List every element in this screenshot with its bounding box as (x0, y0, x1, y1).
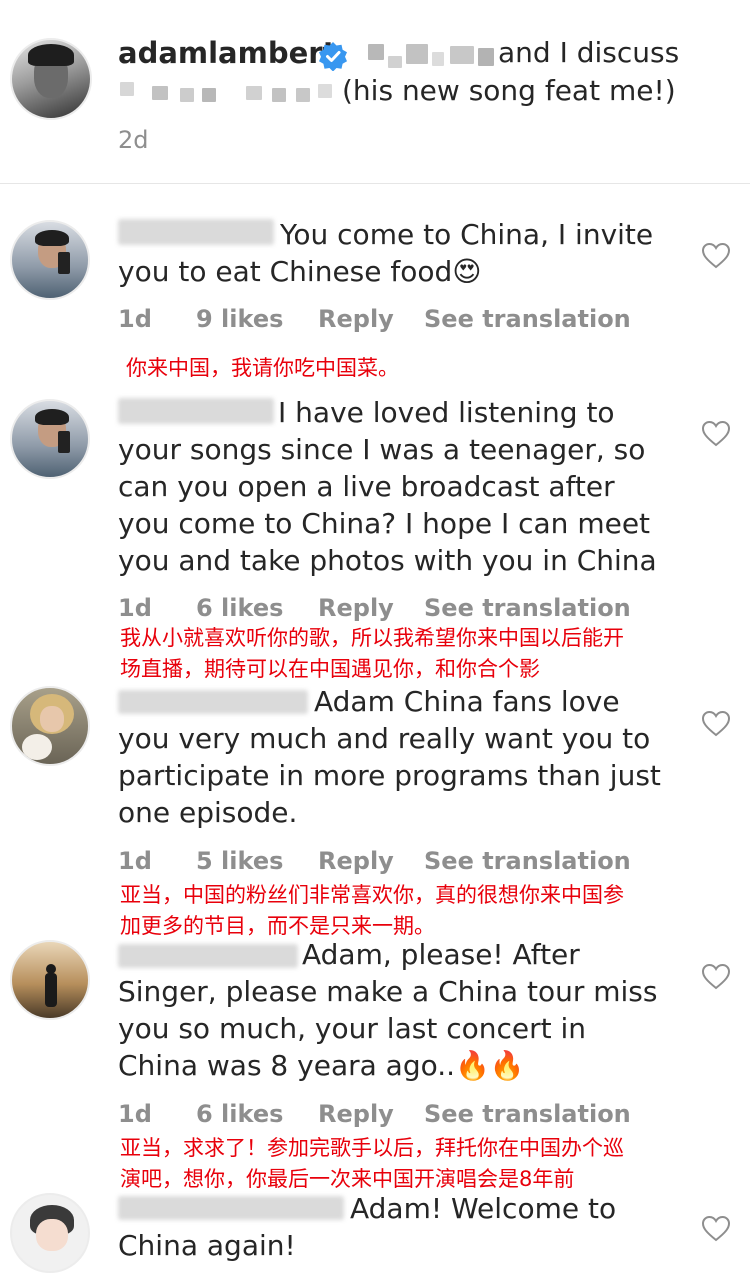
comment-text: Adam! Welcome to China again! (118, 1192, 617, 1262)
comment-time: 1d (118, 594, 152, 622)
see-translation-button[interactable]: See translation (424, 1100, 631, 1128)
avatar-phone (58, 252, 70, 274)
likes-count[interactable]: 6 likes (196, 594, 283, 622)
commenter-avatar[interactable] (10, 1193, 90, 1273)
comment-text: Adam China fans love you very much and r… (118, 685, 661, 829)
avatar-figure-body (45, 973, 57, 1007)
avatar-cartoon-face (36, 1219, 68, 1251)
post-author-avatar[interactable] (10, 38, 92, 120)
likes-count[interactable]: 9 likes (196, 305, 283, 333)
comment-time: 1d (118, 1100, 152, 1128)
likes-count[interactable]: 5 likes (196, 847, 283, 875)
comment-text: You come to China, I invite you to eat C… (118, 218, 654, 288)
avatar-face (40, 706, 64, 732)
commenter-avatar[interactable] (10, 686, 90, 766)
see-translation-button[interactable]: See translation (424, 594, 631, 622)
comment-time: 1d (118, 305, 152, 333)
comment-translation: 我从小就喜欢听你的歌，所以我希望你来中国以后能开 场直播，期待可以在中国遇见你，… (120, 626, 624, 681)
comment-time: 1d (118, 847, 152, 875)
comment-meta: 1d 5 likes Reply See translation (118, 847, 678, 877)
see-translation-button[interactable]: See translation (424, 847, 631, 875)
caption-text-line2: (his new song feat me!) (342, 74, 676, 107)
avatar-hair (28, 44, 74, 66)
reply-button[interactable]: Reply (318, 594, 394, 622)
comment-meta: 1d 6 likes Reply See translation (118, 1100, 678, 1130)
comment-meta: 1d 6 likes Reply See translation (118, 594, 678, 624)
comment-text: I have loved listening to your songs sin… (118, 396, 657, 577)
comment-text: Adam, please! After Singer, please make … (118, 938, 658, 1082)
see-translation-button[interactable]: See translation (424, 305, 631, 333)
header-divider (0, 183, 750, 184)
comment-translation: 亚当，中国的粉丝们非常喜欢你，真的很想你来中国参 加更多的节目，而不是只来一期。 (120, 883, 624, 938)
reply-button[interactable]: Reply (318, 847, 394, 875)
reply-button[interactable]: Reply (318, 305, 394, 333)
verified-badge-icon (318, 41, 348, 72)
post-username[interactable]: adamlambert (118, 36, 336, 70)
avatar-hair (35, 230, 69, 246)
caption-text-line1: and I discuss (498, 36, 680, 69)
like-heart-icon[interactable] (701, 242, 731, 269)
commenter-avatar[interactable] (10, 220, 90, 300)
like-heart-icon[interactable] (701, 710, 731, 737)
comment-meta: 1d 9 likes Reply See translation (118, 305, 678, 335)
like-heart-icon[interactable] (701, 1215, 731, 1242)
commenter-avatar[interactable] (10, 940, 90, 1020)
avatar-dog (22, 734, 52, 760)
like-heart-icon[interactable] (701, 963, 731, 990)
like-heart-icon[interactable] (701, 420, 731, 447)
avatar-hair (35, 409, 69, 425)
post-timestamp: 2d (118, 126, 149, 154)
commenter-avatar[interactable] (10, 399, 90, 479)
comment-translation: 亚当，求求了！参加完歌手以后，拜托你在中国办个巡 演吧，想你，你最后一次来中国开… (120, 1136, 624, 1191)
likes-count[interactable]: 6 likes (196, 1100, 283, 1128)
comment-translation: 你来中国，我请你吃中国菜。 (126, 356, 399, 380)
avatar-phone (58, 431, 70, 453)
reply-button[interactable]: Reply (318, 1100, 394, 1128)
